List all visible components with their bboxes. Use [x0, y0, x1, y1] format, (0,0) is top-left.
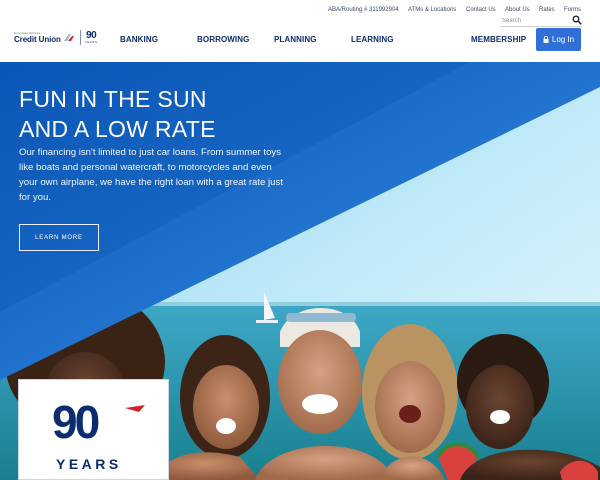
- search-input[interactable]: [502, 16, 568, 26]
- login-label: Log In: [551, 35, 575, 44]
- flight-swoosh-icon: [125, 405, 145, 412]
- badge-number: 90: [52, 396, 100, 448]
- nav-membership[interactable]: MEMBERSHIP: [471, 35, 526, 44]
- hero-title: FUN IN THE SUN AND A LOW RATE: [19, 84, 279, 144]
- hero-title-line-2: AND A LOW RATE: [19, 116, 216, 142]
- anniversary-badge: 90 YEARS: [18, 379, 169, 480]
- nav-borrowing[interactable]: BORROWING: [197, 35, 249, 44]
- flight-symbol-icon: [63, 33, 74, 41]
- hero-description: Our financing isn't limited to just car …: [19, 147, 283, 203]
- search-box: [500, 15, 582, 27]
- search-icon[interactable]: [572, 15, 582, 25]
- logo-anniversary-word: YEARS: [84, 40, 98, 44]
- rates-link[interactable]: Rates: [539, 7, 555, 13]
- routing-number-link[interactable]: ABA/Routing # 311992904: [328, 7, 399, 13]
- page: American Airlines Credit Union 90 YEARS …: [0, 0, 600, 480]
- badge-years: YEARS: [56, 456, 122, 472]
- nav-banking[interactable]: BANKING: [120, 35, 158, 44]
- login-button[interactable]: Log In: [536, 28, 581, 51]
- hero-title-line-1: FUN IN THE SUN: [19, 86, 207, 112]
- nav-planning[interactable]: PLANNING: [274, 35, 317, 44]
- logo-anniversary: 90 YEARS: [85, 31, 98, 44]
- site-header: American Airlines Credit Union 90 YEARS …: [0, 0, 600, 62]
- atms-locations-link[interactable]: ATMs & Locations: [408, 7, 456, 13]
- forms-link[interactable]: Forms: [564, 7, 581, 13]
- logo-text: American Airlines Credit Union: [14, 31, 61, 44]
- brand-logo[interactable]: American Airlines Credit Union 90 YEARS: [14, 30, 97, 45]
- about-us-link[interactable]: About Us: [505, 7, 530, 13]
- learn-more-button[interactable]: LEARN MORE: [19, 224, 99, 251]
- contact-us-link[interactable]: Contact Us: [466, 7, 496, 13]
- logo-divider: [79, 30, 81, 45]
- nav-learning[interactable]: LEARNING: [351, 35, 394, 44]
- logo-credit-union: Credit Union: [14, 34, 61, 44]
- lock-icon: [543, 36, 549, 43]
- hero-banner: FUN IN THE SUN AND A LOW RATE Our financ…: [0, 62, 600, 480]
